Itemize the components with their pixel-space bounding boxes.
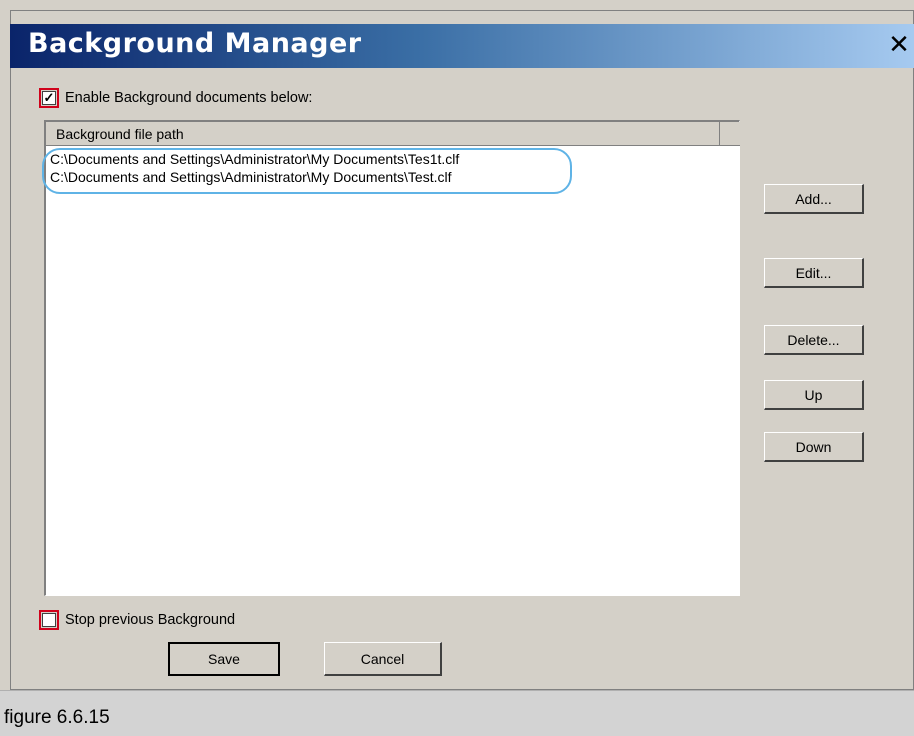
column-header-label: Background file path [56,126,184,142]
figure-caption-bar: figure 6.6.15 [0,690,914,736]
delete-button[interactable]: Delete... [764,325,864,355]
close-icon[interactable]: ✕ [884,30,914,60]
add-button[interactable]: Add... [764,184,864,214]
cancel-button[interactable]: Cancel [324,642,442,676]
stop-background-checkbox[interactable] [39,610,59,630]
edit-button[interactable]: Edit... [764,258,864,288]
enable-background-label: Enable Background documents below: [65,90,313,106]
column-header-file-path[interactable]: Background file path [46,122,720,146]
up-button[interactable]: Up [764,380,864,410]
stop-background-row[interactable]: Stop previous Background [39,610,236,630]
figure-caption: figure 6.6.15 [4,707,110,728]
window-title: Background Manager [28,28,362,59]
stop-background-label: Stop previous Background [65,612,236,628]
down-button[interactable]: Down [764,432,864,462]
enable-background-checkbox[interactable]: ✓ [39,88,59,108]
title-bar: Background Manager ✕ [10,24,914,68]
column-header-filler [720,122,740,146]
annotation-highlight-oval [42,148,572,194]
figure-container: Background Manager ✕ ✓ Enable Background… [0,0,914,736]
enable-background-row[interactable]: ✓ Enable Background documents below: [39,88,313,108]
save-button[interactable]: Save [168,642,280,676]
